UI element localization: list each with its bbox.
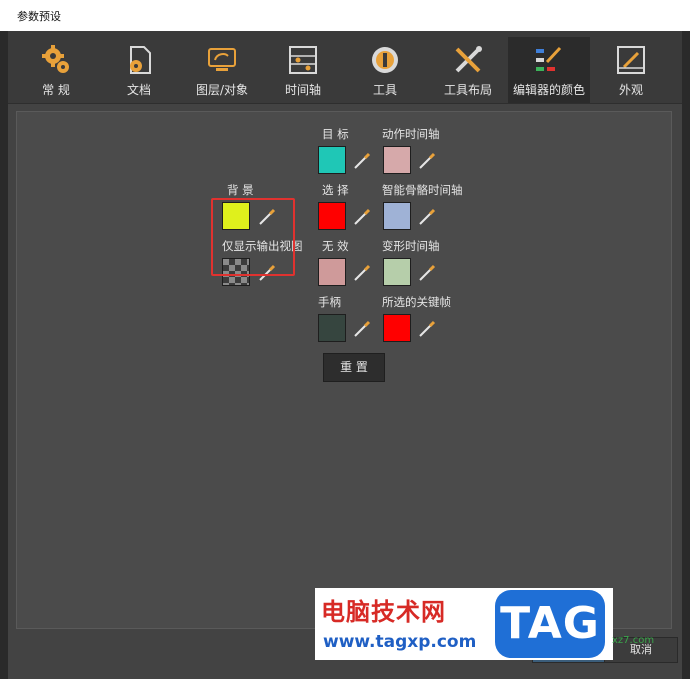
eyedropper-icon[interactable] [352, 263, 372, 283]
timeline-icon [289, 46, 317, 74]
smart-bone-timeline-swatch[interactable] [383, 202, 411, 230]
preferences-window: 常 规 文档 图层/对象 时间轴 工具 工具布局 编辑器的颜色 外观 背 景 仅… [8, 31, 682, 679]
background-right [682, 31, 690, 679]
invalid-color-swatch[interactable] [318, 258, 346, 286]
selected-keyframe-label: 所选的关键帧 [382, 295, 451, 309]
background-left [0, 31, 8, 679]
background-color-label: 背 景 [227, 183, 254, 197]
invalid-color-label: 无 效 [322, 239, 349, 253]
category-tabs: 常 规 文档 图层/对象 时间轴 工具 工具布局 编辑器的颜色 外观 [8, 31, 682, 104]
tab-label: 常 规 [42, 83, 70, 97]
tab-label: 工具布局 [443, 83, 492, 97]
selection-color-swatch[interactable] [318, 202, 346, 230]
tool-wrench-icon [372, 47, 398, 73]
site-watermark: xz7.com [612, 635, 655, 646]
tab-general[interactable]: 常 规 [16, 37, 96, 103]
watermark-title: 电脑技术网 [321, 598, 446, 626]
eyedropper-icon[interactable] [352, 207, 372, 227]
eyedropper-icon[interactable] [352, 319, 372, 339]
target-color-swatch[interactable] [318, 146, 346, 174]
deform-timeline-label: 变形时间轴 [382, 239, 440, 253]
selected-keyframe-swatch[interactable] [383, 314, 411, 342]
tab-label: 外观 [618, 83, 643, 97]
smart-bone-timeline-label: 智能骨骼时间轴 [382, 183, 463, 197]
eyedropper-icon[interactable] [417, 263, 437, 283]
eyedropper-icon[interactable] [417, 207, 437, 227]
title-bar: 参数预设 [0, 0, 690, 31]
tab-timeline[interactable]: 时间轴 [263, 37, 343, 103]
tab-tools[interactable]: 工具 [345, 37, 425, 103]
deform-timeline-swatch[interactable] [383, 258, 411, 286]
eyedropper-icon[interactable] [352, 151, 372, 171]
editor-colors-panel: 背 景 仅显示输出视图 目 标 选 择 无 效 手柄 动作时间轴 智能骨骼时间轴… [16, 111, 672, 629]
highlight-box [211, 198, 295, 276]
selection-color-label: 选 择 [322, 183, 349, 197]
monitor-layer-icon [208, 48, 236, 71]
handle-color-label: 手柄 [318, 295, 341, 309]
tab-label: 时间轴 [284, 83, 321, 97]
gears-icon [42, 45, 69, 73]
tab-label: 编辑器的颜色 [512, 83, 585, 97]
eyedropper-icon[interactable] [417, 151, 437, 171]
appearance-icon [617, 46, 645, 74]
tab-label: 工具 [372, 83, 397, 97]
watermark-logo: TAG [495, 590, 605, 658]
tab-document[interactable]: 文档 [99, 37, 179, 103]
document-gear-icon [130, 46, 151, 74]
tab-editor-colors[interactable]: 编辑器的颜色 [508, 37, 590, 103]
watermark-overlay: 电脑技术网 www.tagxp.com TAG [315, 588, 613, 660]
tools-layout-icon [455, 46, 482, 73]
target-color-label: 目 标 [322, 127, 349, 141]
action-timeline-label: 动作时间轴 [382, 127, 440, 141]
tab-tools-layout[interactable]: 工具布局 [428, 37, 508, 103]
action-timeline-swatch[interactable] [383, 146, 411, 174]
eyedropper-icon[interactable] [417, 319, 437, 339]
tab-label: 图层/对象 [195, 83, 249, 97]
tab-label: 文档 [126, 83, 151, 97]
handle-color-swatch[interactable] [318, 314, 346, 342]
editor-colors-icon [536, 46, 562, 71]
tab-layers-objects[interactable]: 图层/对象 [182, 37, 262, 103]
reset-button[interactable]: 重 置 [323, 353, 385, 382]
tab-appearance[interactable]: 外观 [591, 37, 671, 103]
watermark-url: www.tagxp.com [323, 632, 477, 652]
window-title: 参数预设 [17, 10, 61, 23]
